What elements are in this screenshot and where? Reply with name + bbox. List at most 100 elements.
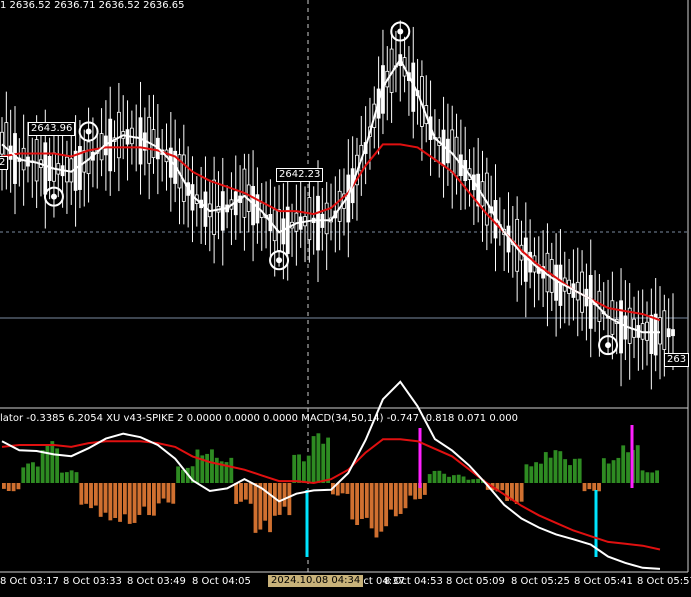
time-axis-label: 8 Oct 04:53: [384, 576, 443, 587]
histogram-bar: [301, 461, 306, 483]
histogram-bar: [234, 483, 239, 504]
histogram-bar: [403, 483, 408, 509]
histogram-bar: [587, 483, 592, 490]
histogram-bar: [239, 483, 243, 502]
time-axis-label: 8 Oct 05:09: [446, 576, 505, 587]
histogram-bar: [572, 458, 577, 483]
histogram-bar: [476, 478, 480, 483]
histogram-bar: [606, 463, 611, 483]
histogram-bar: [2, 483, 6, 489]
histogram-bar: [422, 483, 427, 495]
histogram-bar: [456, 474, 461, 483]
candle-body: [316, 195, 320, 251]
histogram-bar: [248, 483, 253, 504]
histogram-bar: [79, 483, 84, 505]
histogram-bar: [601, 458, 606, 483]
histogram-bar: [326, 437, 330, 483]
chart-window[interactable]: [0, 0, 691, 593]
swing-marker-dot: [276, 257, 283, 264]
histogram-bar: [35, 466, 40, 483]
histogram-bar: [626, 452, 630, 483]
histogram-bar: [64, 472, 69, 483]
price-label: 2642.23: [276, 168, 324, 182]
candle-body: [554, 264, 559, 301]
candle-body: [13, 133, 17, 184]
histogram-bar: [127, 483, 132, 524]
histogram-bar: [364, 483, 369, 518]
candle-body: [285, 206, 290, 254]
candle-body: [108, 118, 113, 172]
histogram-bar: [592, 483, 597, 491]
histogram-bar: [621, 445, 626, 483]
histogram-bar: [500, 483, 505, 491]
histogram-bar: [640, 470, 645, 483]
ohlc-readout: 1 2636.52 2636.71 2636.52 2636.65: [0, 0, 185, 11]
histogram-bar: [205, 453, 210, 483]
histogram-bar: [84, 483, 89, 504]
histogram-bar: [548, 457, 553, 483]
price-chart-canvas[interactable]: [0, 0, 691, 593]
candle-body: [450, 129, 455, 173]
histogram-bar: [577, 458, 582, 483]
candle-body: [0, 131, 4, 155]
candle-body: [558, 264, 563, 306]
histogram-bar: [369, 483, 374, 529]
candle-body: [52, 152, 56, 182]
histogram-bar: [6, 483, 11, 492]
time-axis-label: 8 Oct 05:57: [637, 576, 691, 587]
time-axis-label: 8 Oct 05:25: [511, 576, 570, 587]
histogram-bar: [529, 466, 534, 483]
histogram-bar: [447, 476, 451, 483]
histogram-bar: [60, 472, 64, 483]
candle-body: [43, 142, 48, 195]
histogram-bar: [161, 483, 166, 499]
histogram-bar: [277, 483, 282, 515]
histogram-bar: [31, 462, 35, 483]
histogram-bar: [466, 479, 471, 483]
histogram-bar: [147, 483, 151, 516]
candle-body: [580, 271, 584, 313]
histogram-bar: [74, 472, 79, 483]
histogram-bar: [311, 436, 316, 483]
histogram-bar: [98, 483, 103, 517]
histogram-bar: [195, 449, 200, 483]
histogram-bar: [132, 483, 137, 523]
histogram-bar: [253, 483, 258, 533]
candle-body: [147, 116, 152, 164]
histogram-bar: [151, 483, 156, 516]
swing-marker-dot: [605, 342, 612, 349]
histogram-bar: [282, 483, 287, 507]
histogram-bar: [40, 450, 45, 483]
histogram-bar: [292, 454, 297, 483]
candle-body: [666, 328, 671, 338]
candle-body: [610, 300, 615, 335]
histogram-bar: [340, 483, 345, 494]
candle-body: [116, 111, 121, 159]
histogram-bar: [534, 462, 539, 483]
histogram-bar: [11, 483, 16, 492]
histogram-bar: [563, 459, 568, 483]
time-axis-label: 8 Oct 04:05: [192, 576, 251, 587]
candle-body: [324, 202, 329, 235]
histogram-bar: [582, 483, 587, 492]
time-axis-label: 8 Oct 03:49: [127, 576, 186, 587]
histogram-bar: [142, 483, 147, 507]
time-axis-label: 8 Oct 03:17: [0, 576, 59, 587]
histogram-bar: [21, 467, 26, 483]
swing-marker-dot: [397, 28, 404, 35]
time-axis-label: 8 Oct 03:33: [63, 576, 122, 587]
price-label: 2: [0, 156, 9, 170]
histogram-bar: [645, 472, 650, 483]
histogram-bar: [558, 451, 563, 483]
candle-body: [588, 274, 593, 329]
histogram-bar: [137, 483, 142, 515]
candle-body: [73, 150, 78, 191]
candle-body: [653, 313, 658, 356]
histogram-bar: [543, 452, 548, 483]
histogram-bar: [597, 483, 601, 492]
histogram-bar: [384, 483, 389, 527]
candle-body: [619, 300, 623, 354]
histogram-bar: [118, 483, 122, 522]
histogram-bar: [181, 469, 185, 483]
swing-marker-dot: [85, 128, 92, 135]
